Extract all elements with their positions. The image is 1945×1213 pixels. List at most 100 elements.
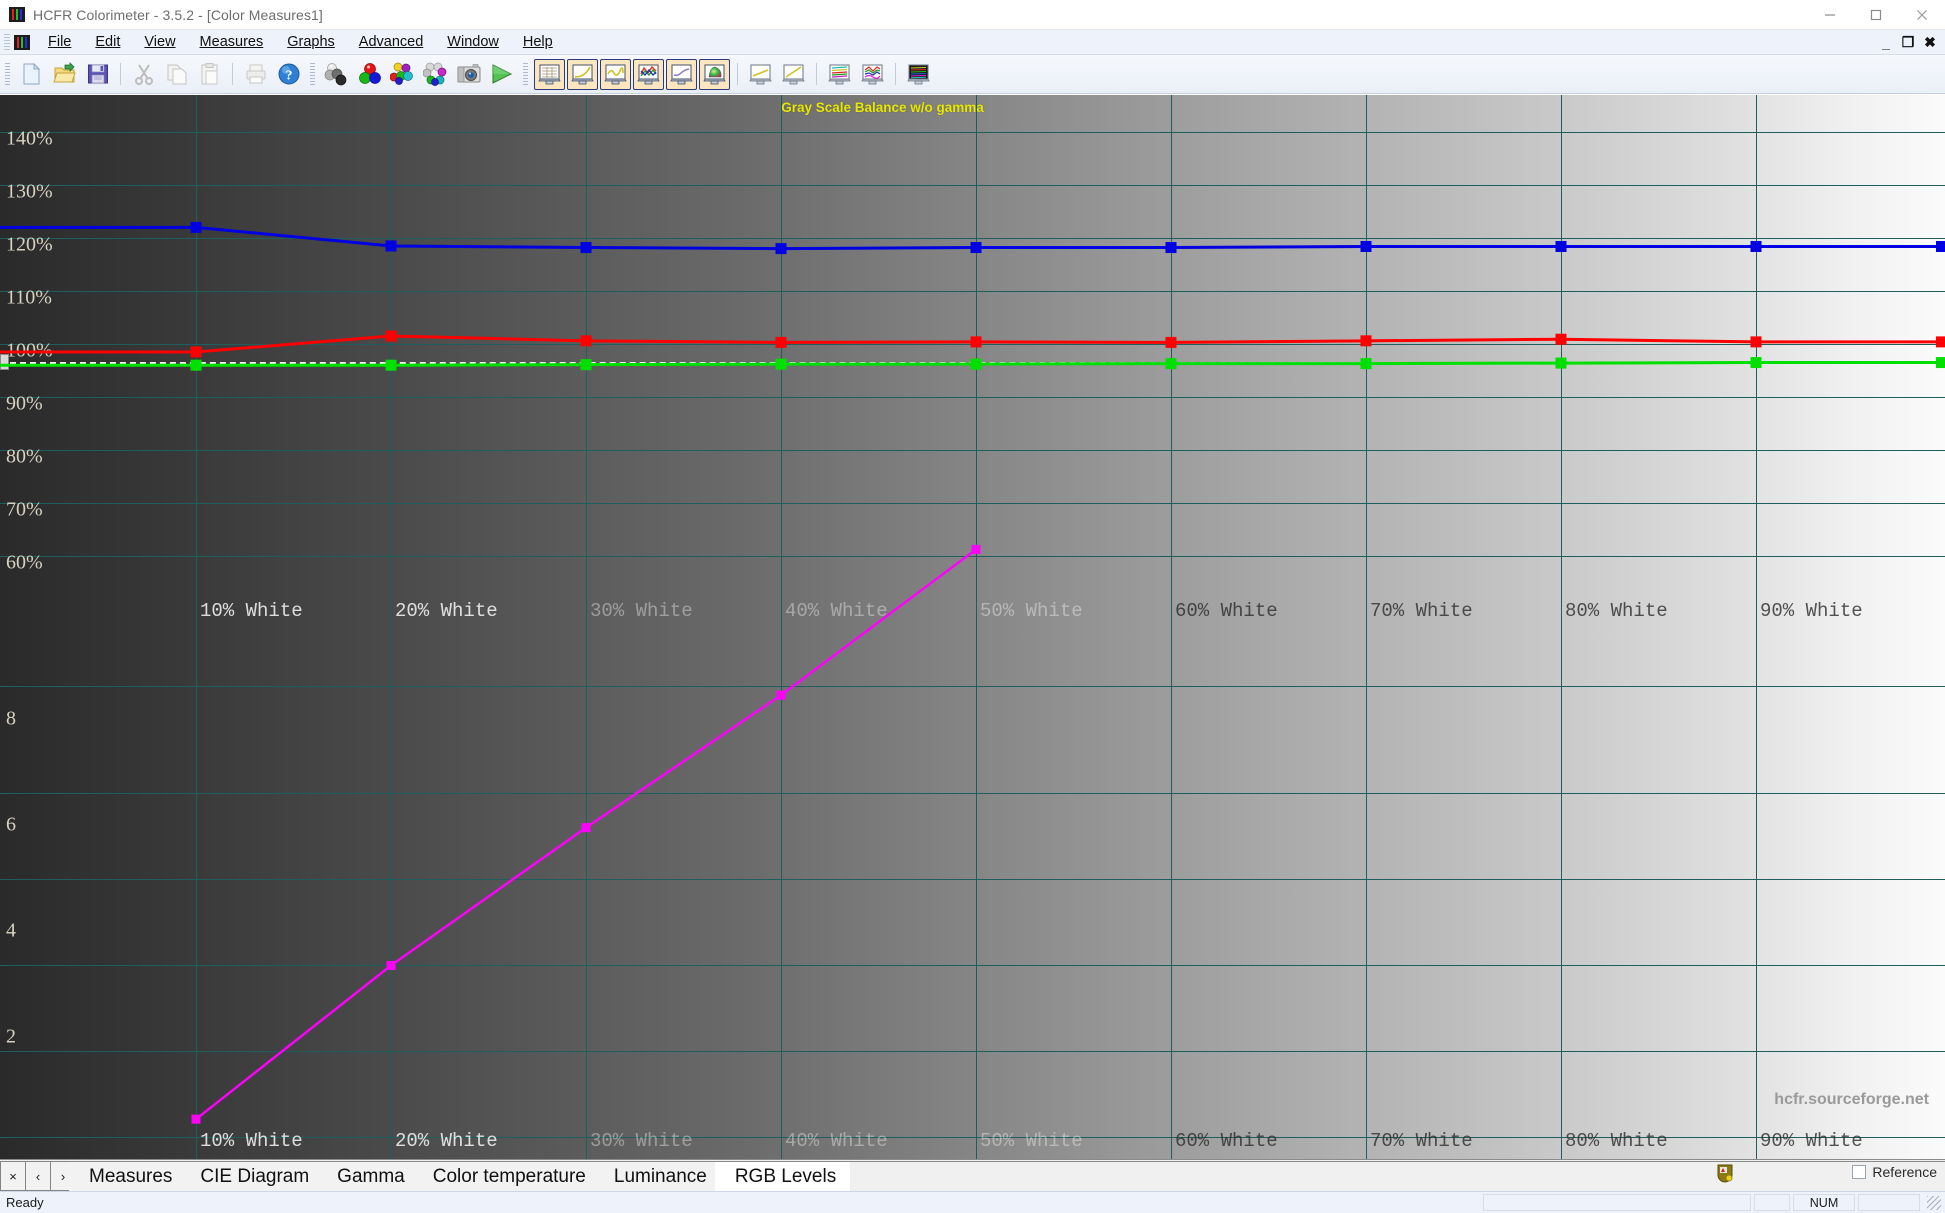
print-button[interactable]: [240, 59, 271, 90]
menu-help[interactable]: Help: [511, 31, 565, 53]
save-button[interactable]: [82, 59, 113, 90]
help-button[interactable]: ?: [273, 59, 304, 90]
rgb-multi-curves-button[interactable]: [857, 59, 888, 90]
data-point-marker[interactable]: [775, 243, 787, 255]
data-point-marker[interactable]: [1360, 240, 1372, 252]
data-point-marker[interactable]: [775, 358, 787, 370]
data-point-marker[interactable]: [191, 1114, 201, 1124]
data-point-marker[interactable]: [1165, 336, 1177, 348]
run-button[interactable]: [486, 59, 517, 90]
toolbar-drag-grip[interactable]: [5, 63, 10, 85]
full-report-button[interactable]: [903, 59, 934, 90]
data-point-marker[interactable]: [1360, 335, 1372, 347]
data-point-marker[interactable]: [385, 240, 397, 252]
data-point-marker[interactable]: [385, 330, 397, 342]
capture-button[interactable]: [453, 59, 484, 90]
luminance-view-button[interactable]: [600, 58, 631, 90]
cie-diagram-view-button[interactable]: [699, 58, 730, 90]
data-point-marker[interactable]: [1936, 240, 1945, 252]
data-point-marker[interactable]: [970, 336, 982, 348]
menu-drag-grip[interactable]: [4, 33, 10, 51]
data-point-marker[interactable]: [1936, 336, 1945, 348]
color-temperature-view-button[interactable]: [666, 58, 697, 90]
data-point-marker[interactable]: [1750, 336, 1762, 348]
secondaries-measure-button[interactable]: [387, 59, 418, 90]
data-point-marker[interactable]: [1360, 358, 1372, 370]
rgb-levels-view-button[interactable]: [633, 58, 664, 90]
near-black-view-button[interactable]: [745, 59, 776, 90]
resize-grip[interactable]: [1927, 1195, 1941, 1210]
menu-graphs[interactable]: Graphs: [275, 31, 347, 53]
data-point-marker[interactable]: [775, 336, 787, 348]
paste-button[interactable]: [194, 59, 225, 90]
data-point-marker[interactable]: [190, 346, 202, 358]
gamma-view-button[interactable]: [567, 58, 598, 90]
data-point-marker[interactable]: [190, 359, 202, 371]
data-point-marker[interactable]: [581, 823, 591, 833]
tab-cie-diagram[interactable]: CIE Diagram: [180, 1161, 324, 1191]
tab-close-button[interactable]: ×: [0, 1161, 26, 1191]
cut-button[interactable]: [128, 59, 159, 90]
data-point-marker[interactable]: [580, 242, 592, 254]
grayscale-measure-button[interactable]: [321, 59, 352, 90]
measures-grid-view-button[interactable]: [534, 58, 565, 90]
data-point-marker[interactable]: [971, 544, 981, 554]
data-point-marker[interactable]: [190, 221, 202, 233]
menu-edit-label: Edit: [95, 34, 121, 50]
tab-luminance[interactable]: Luminance: [593, 1161, 721, 1191]
menu-view[interactable]: View: [132, 31, 187, 53]
data-point-marker[interactable]: [1936, 357, 1945, 369]
data-point-marker[interactable]: [580, 359, 592, 371]
window-title: HCFR Colorimeter - 3.5.2 - [Color Measur…: [33, 6, 323, 23]
data-point-marker[interactable]: [580, 335, 592, 347]
mdi-restore-button[interactable]: ❐: [1897, 30, 1919, 55]
data-point-marker[interactable]: [1165, 242, 1177, 254]
data-point-marker[interactable]: [1750, 240, 1762, 252]
data-point-marker[interactable]: [1555, 333, 1567, 345]
data-point-marker[interactable]: [385, 359, 397, 371]
data-point-marker[interactable]: [386, 960, 396, 970]
toolbar-drag-grip[interactable]: [523, 63, 528, 85]
data-point-marker[interactable]: [1165, 358, 1177, 370]
rgb-levels-graph[interactable]: Gray Scale Balance w/o gamma 140% 130% 1…: [0, 95, 1945, 1159]
minimize-button[interactable]: [1807, 0, 1853, 30]
new-document-button[interactable]: [16, 59, 47, 90]
tab-color-temperature[interactable]: Color temperature: [412, 1161, 600, 1191]
menu-file[interactable]: File: [36, 31, 83, 53]
menu-help-label: Help: [522, 34, 553, 50]
data-point-marker[interactable]: [970, 242, 982, 254]
tab-rgb-levels[interactable]: RGB Levels: [714, 1161, 851, 1191]
maximize-button[interactable]: [1853, 0, 1899, 30]
status-cell-2: [1754, 1194, 1790, 1211]
printer-icon: [246, 64, 265, 84]
menu-edit[interactable]: Edit: [83, 31, 132, 53]
rgb-multi-lines-button[interactable]: [824, 59, 855, 90]
data-point-marker[interactable]: [1750, 357, 1762, 369]
status-cell-4: [1858, 1194, 1920, 1211]
mdi-close-button[interactable]: ✖: [1919, 30, 1941, 55]
menu-window[interactable]: Window: [435, 31, 511, 53]
near-white-view-button[interactable]: [778, 59, 809, 90]
grayscale-spheres-icon: [324, 63, 346, 86]
data-point-marker[interactable]: [970, 358, 982, 370]
toolbar-drag-grip[interactable]: [310, 63, 315, 85]
tab-measures[interactable]: Measures: [69, 1161, 187, 1191]
reference-checkbox-group[interactable]: Reference: [1852, 1164, 1937, 1180]
document-system-icon[interactable]: [14, 34, 30, 50]
full-measure-button[interactable]: [420, 59, 451, 90]
data-point-marker[interactable]: [1555, 240, 1567, 252]
open-file-button[interactable]: [49, 59, 80, 90]
reference-checkbox[interactable]: [1852, 1165, 1867, 1179]
warning-shield-icon[interactable]: [1715, 1163, 1735, 1188]
close-button[interactable]: [1899, 0, 1945, 30]
copy-button[interactable]: [161, 59, 192, 90]
data-point-marker[interactable]: [776, 690, 786, 700]
menu-advanced[interactable]: Advanced: [347, 31, 436, 53]
data-point-marker[interactable]: [1555, 357, 1567, 369]
menu-measures[interactable]: Measures: [188, 31, 276, 53]
mdi-minimize-button[interactable]: _: [1875, 30, 1897, 55]
tab-gamma[interactable]: Gamma: [317, 1161, 419, 1191]
watermark-text: hcfr.sourceforge.net: [1774, 1091, 1929, 1108]
tab-prev-button[interactable]: ‹: [25, 1161, 51, 1191]
primaries-measure-button[interactable]: [354, 59, 385, 90]
